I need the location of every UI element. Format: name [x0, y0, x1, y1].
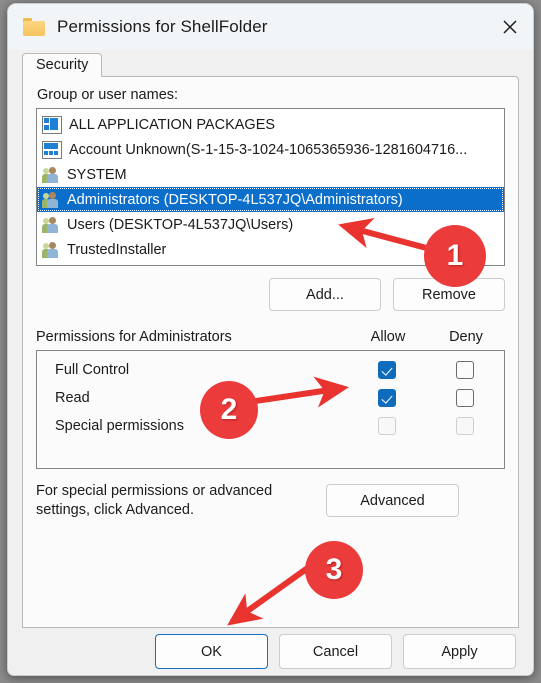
add-button-label: Add... — [306, 286, 344, 303]
annotation-badge-2-number: 2 — [220, 393, 238, 426]
annotation-badge-1: 1 — [424, 225, 486, 287]
ok-button[interactable]: OK — [155, 634, 268, 669]
annotation-badge-3-number: 3 — [325, 553, 343, 586]
list-item[interactable]: ALL APPLICATION PACKAGES — [37, 112, 504, 137]
tab-security[interactable]: Security — [22, 53, 103, 77]
window-title: Permissions for ShellFolder — [57, 17, 268, 36]
advanced-button-label: Advanced — [360, 492, 425, 509]
deny-cell — [426, 361, 504, 379]
advanced-area: For special permissions or advanced sett… — [36, 482, 505, 520]
group-icon — [42, 166, 60, 183]
list-item-label: TrustedInstaller — [67, 241, 167, 258]
list-item[interactable]: SYSTEM — [37, 162, 504, 187]
list-action-buttons: Add... Remove — [36, 278, 505, 311]
annotation-badge-3: 3 — [305, 541, 363, 599]
list-item-label: ALL APPLICATION PACKAGES — [69, 116, 276, 133]
annotation-badge-1-number: 1 — [446, 239, 464, 272]
app-package-icon — [42, 140, 62, 159]
permissions-title: Permissions for Administrators — [36, 329, 232, 345]
tab-security-label: Security — [36, 57, 89, 73]
permissions-header: Permissions for Administrators Allow Den… — [36, 329, 505, 345]
group-icon — [42, 241, 60, 258]
tab-strip: Security — [8, 50, 533, 77]
app-package-icon — [42, 115, 62, 134]
close-icon — [503, 20, 517, 34]
list-item[interactable]: Account Unknown(S-1-15-3-1024-1065365936… — [37, 137, 504, 162]
deny-checkbox-special-permissions — [456, 417, 474, 435]
group-icon — [42, 216, 60, 233]
group-icon — [42, 191, 60, 208]
group-section-label: Group or user names: — [37, 87, 179, 103]
permission-label: Full Control — [55, 362, 130, 378]
advanced-note: For special permissions or advanced sett… — [36, 483, 273, 518]
list-item-selected[interactable]: Administrators (DESKTOP-4L537JQ\Administ… — [37, 187, 504, 212]
deny-cell — [426, 389, 504, 407]
allow-checkbox-full-control[interactable] — [378, 361, 396, 379]
allow-checkbox-read[interactable] — [378, 389, 396, 407]
allow-cell — [348, 361, 426, 379]
add-button[interactable]: Add... — [269, 278, 381, 311]
list-item-label: Account Unknown(S-1-15-3-1024-1065365936… — [69, 141, 468, 158]
folder-icon — [23, 18, 45, 36]
cancel-button-label: Cancel — [312, 643, 359, 660]
list-item-label: SYSTEM — [67, 166, 127, 183]
deny-checkbox-read[interactable] — [456, 389, 474, 407]
list-item-label: Users (DESKTOP-4L537JQ\Users) — [67, 216, 294, 233]
close-button[interactable] — [487, 4, 533, 50]
remove-button-label: Remove — [422, 286, 476, 303]
ok-button-label: OK — [201, 643, 222, 660]
annotation-badge-2: 2 — [200, 381, 258, 439]
apply-button[interactable]: Apply — [403, 634, 516, 669]
security-tab-page: Group or user names: ALL APPLICATION PAC… — [22, 76, 519, 628]
deny-column-header: Deny — [449, 329, 483, 345]
apply-button-label: Apply — [441, 643, 478, 660]
cancel-button[interactable]: Cancel — [279, 634, 392, 669]
deny-cell — [426, 417, 504, 435]
title-bar: Permissions for ShellFolder — [8, 4, 533, 50]
allow-column-header: Allow — [370, 329, 406, 345]
list-item-label: Administrators (DESKTOP-4L537JQ\Administ… — [67, 191, 403, 208]
allow-checkbox-special-permissions — [378, 417, 396, 435]
advanced-button[interactable]: Advanced — [326, 484, 459, 517]
deny-checkbox-full-control[interactable] — [456, 361, 474, 379]
